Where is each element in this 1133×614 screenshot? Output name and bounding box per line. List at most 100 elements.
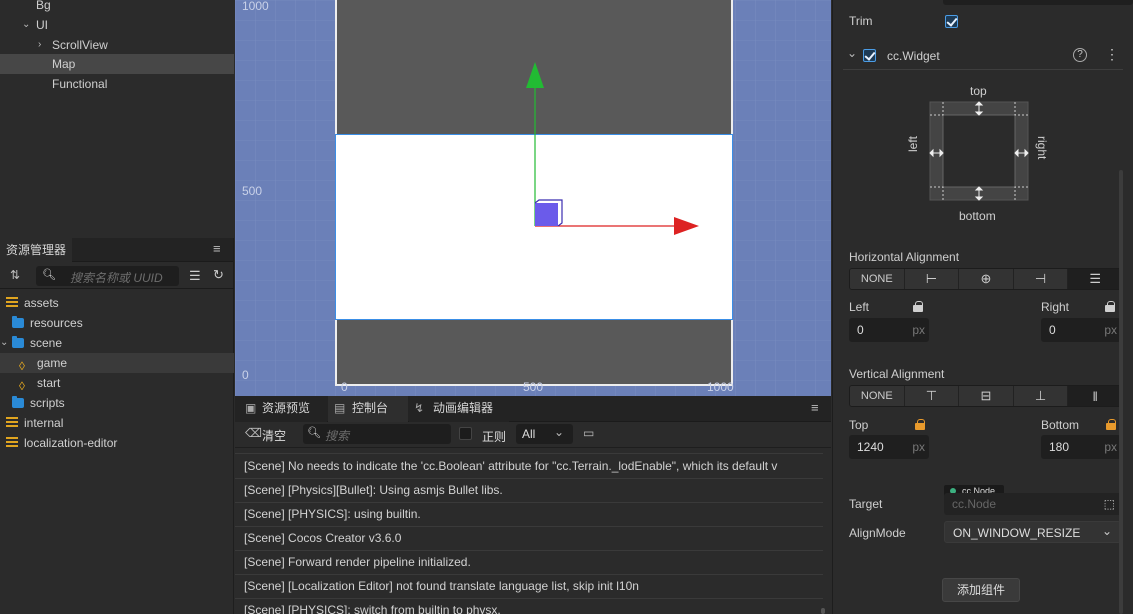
lock-open-icon[interactable]: [1105, 301, 1115, 312]
v-align-top-button[interactable]: ⊤: [904, 386, 960, 406]
bottom-input[interactable]: 180 px: [1041, 435, 1121, 459]
target-node-field[interactable]: cc.Node ⬚: [944, 493, 1121, 515]
pick-node-icon[interactable]: ⬚: [1104, 493, 1115, 515]
log-level-value: All: [522, 427, 536, 441]
asset-item-internal[interactable]: internal: [0, 413, 234, 433]
tab-console[interactable]: ▤ 控制台: [328, 396, 408, 422]
unit-label: px: [1104, 440, 1117, 454]
regex-checkbox[interactable]: [459, 427, 472, 440]
add-component-label: 添加组件: [956, 583, 1005, 597]
console-scrollbar[interactable]: [821, 608, 825, 614]
left-input[interactable]: 0 px: [849, 318, 929, 342]
alignmode-select[interactable]: ON_WINDOW_RESIZE ⌄: [944, 521, 1121, 543]
v-align-stretch-button[interactable]: ‖: [1068, 386, 1122, 406]
v-align-none-button[interactable]: NONE: [850, 386, 905, 406]
log-level-select[interactable]: All ⌄: [516, 424, 573, 444]
refresh-icon[interactable]: ↻: [213, 267, 224, 283]
log-line[interactable]: [Scene] [PHYSICS]: using builtin.: [244, 502, 421, 526]
v-align-bottom-button[interactable]: ⊥: [1013, 386, 1069, 406]
v-align-middle-button[interactable]: ⊟: [959, 386, 1014, 406]
log-line[interactable]: [Scene] Forward render pipeline initiali…: [244, 550, 471, 574]
hierarchy-item-label: Functional: [52, 77, 108, 91]
trim-label: Trim: [849, 14, 873, 28]
hierarchy-item-bg[interactable]: Bg: [0, 0, 234, 15]
console-tabbar: ▣ 资源预览 ▤ 控制台 ↯ 动画编辑器 ≡: [235, 396, 831, 422]
tab-animation-editor[interactable]: ↯ 动画编辑器: [409, 396, 509, 422]
tab-asset-preview[interactable]: ▣ 资源预览: [235, 396, 327, 422]
gizmo-center-handle[interactable]: [535, 203, 558, 226]
lock-closed-icon[interactable]: [915, 419, 925, 430]
gizmo-x-arrow-icon[interactable]: [674, 217, 699, 235]
widget-right-label: right: [1035, 136, 1049, 160]
asset-item-start[interactable]: ◊ start: [0, 373, 234, 393]
open-log-file-icon[interactable]: ▭: [583, 426, 594, 440]
asset-item-scene[interactable]: ⌄ scene: [0, 333, 234, 353]
hierarchy-item-scrollview[interactable]: › ScrollView: [0, 35, 234, 55]
console-panel: ▣ 资源预览 ▤ 控制台 ↯ 动画编辑器 ≡ ⌫ 清空 🔍︎ 搜索 正则 All…: [235, 396, 831, 614]
log-line[interactable]: [Scene] [Physics][Bullet]: Using asmjs B…: [244, 478, 503, 502]
log-line[interactable]: [Scene] [Localization Editor] not found …: [244, 574, 639, 598]
assets-db-icon: [6, 437, 18, 449]
chevron-down-icon[interactable]: ⌄: [847, 46, 857, 60]
assets-panel: 资源管理器 ≡ ⇅ 🔍︎ 搜索名称或 UUID ☰ ↻ assets resou…: [0, 238, 234, 614]
sort-icon[interactable]: ⇅: [10, 268, 20, 282]
top-input[interactable]: 1240 px: [849, 435, 929, 459]
console-search-input[interactable]: 🔍︎ 搜索: [303, 424, 451, 444]
help-icon[interactable]: ?: [1073, 48, 1087, 62]
unit-label: px: [912, 440, 925, 454]
asset-label: scripts: [30, 396, 65, 410]
h-align-right-button[interactable]: ⊣: [1013, 269, 1069, 289]
align-stretch-icon: ‖: [1092, 388, 1098, 404]
menu-icon[interactable]: ≡: [811, 401, 821, 414]
h-align-left-button[interactable]: ⊢: [904, 269, 960, 289]
hierarchy-item-map[interactable]: Map: [0, 54, 234, 74]
asset-item-assets[interactable]: assets: [0, 293, 234, 313]
h-align-none-button[interactable]: NONE: [850, 269, 905, 289]
hierarchy-panel: Bg ⌄ UI › ScrollView Map Functional: [0, 0, 234, 238]
widget-left-label: left: [906, 135, 920, 152]
log-line[interactable]: [Scene] [PHYSICS]: switch from builtin t…: [244, 598, 501, 614]
console-log-list[interactable]: [Scene] No needs to indicate the 'cc.Boo…: [235, 449, 823, 614]
terminal-icon: ▤: [334, 401, 346, 415]
asset-item-scripts[interactable]: scripts: [0, 393, 234, 413]
search-icon: 🔍︎: [307, 427, 321, 439]
scene-viewport[interactable]: 1000 500 0 0 500 1000: [235, 0, 831, 396]
widget-alignment-diagram[interactable]: [929, 101, 1031, 203]
log-line[interactable]: [Scene] No needs to indicate the 'cc.Boo…: [244, 454, 777, 478]
inspector-scrollbar[interactable]: [1119, 170, 1123, 614]
chevron-down-icon[interactable]: ⌄: [22, 15, 30, 35]
lock-closed-icon[interactable]: [1106, 419, 1116, 430]
vertical-alignment-buttons: NONE ⊤ ⊟ ⊥ ‖: [849, 385, 1123, 407]
chevron-down-icon[interactable]: ⌄: [0, 333, 8, 353]
chevron-right-icon[interactable]: ›: [38, 35, 41, 55]
trim-checkbox[interactable]: [945, 15, 958, 28]
hierarchy-item-ui[interactable]: ⌄ UI: [0, 15, 234, 35]
hierarchy-item-functional[interactable]: Functional: [0, 74, 234, 94]
more-options-icon[interactable]: ⋮: [1105, 46, 1119, 63]
move-gizmo[interactable]: [235, 0, 831, 396]
widget-bottom-label: bottom: [959, 209, 996, 223]
h-align-center-button[interactable]: ⊕: [959, 269, 1014, 289]
right-input[interactable]: 0 px: [1041, 318, 1121, 342]
horizontal-alignment-buttons: NONE ⊢ ⊕ ⊣ ☰: [849, 268, 1123, 290]
button-label: NONE: [860, 390, 893, 402]
lock-open-icon[interactable]: [913, 301, 923, 312]
asset-item-game[interactable]: ◊ game: [0, 353, 234, 373]
add-component-button[interactable]: 添加组件: [942, 578, 1020, 602]
component-enable-checkbox[interactable]: [863, 49, 876, 62]
search-icon: 🔍︎: [42, 269, 56, 281]
assets-db-icon: [6, 417, 18, 429]
search-input[interactable]: 🔍︎ 搜索名称或 UUID: [36, 266, 179, 286]
tab-assets[interactable]: 资源管理器: [0, 238, 73, 262]
asset-label: scene: [30, 336, 63, 350]
asset-item-localization-editor[interactable]: localization-editor: [0, 433, 234, 453]
log-line[interactable]: [Scene] Cocos Creator v3.6.0: [244, 526, 401, 550]
h-align-stretch-button[interactable]: ☰: [1068, 269, 1122, 289]
list-view-icon[interactable]: ☰: [189, 268, 201, 284]
widget-component-header[interactable]: ⌄ cc.Widget ? ⋮: [843, 44, 1123, 70]
gizmo-y-arrow-icon[interactable]: [526, 62, 544, 88]
clear-button[interactable]: ⌫ 清空: [241, 424, 297, 444]
bottom-label: Bottom: [1041, 418, 1080, 432]
asset-item-resources[interactable]: resources: [0, 313, 234, 333]
menu-icon[interactable]: ≡: [213, 242, 223, 255]
